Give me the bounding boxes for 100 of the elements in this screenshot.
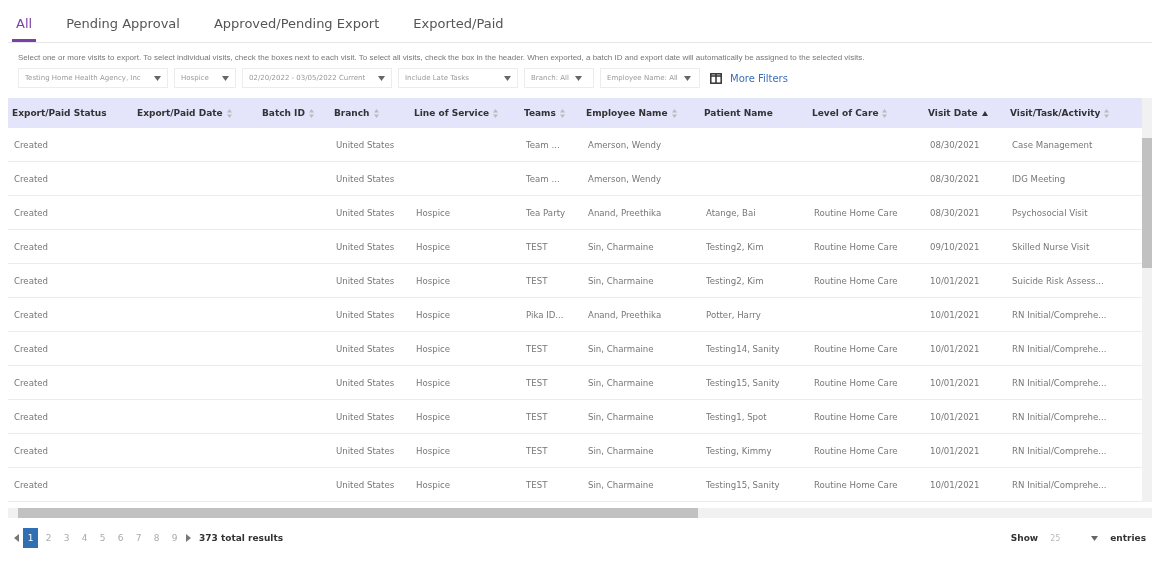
table-cell-text: Team ...: [525, 139, 561, 150]
table-cell-text: RN Initial/Comprehe...: [1011, 445, 1108, 456]
column-header[interactable]: Export/Paid Date: [137, 108, 223, 118]
table-cell-text: Testing14, Sanity: [705, 343, 781, 354]
column-header[interactable]: Export/Paid Status: [12, 108, 107, 118]
caret-icon: [504, 75, 511, 81]
table-cell-text: Testing, Kimmy: [705, 445, 773, 456]
table-cell-text: United States: [335, 173, 396, 184]
tab[interactable]: All: [12, 16, 37, 42]
table-cell-text: Created: [13, 343, 49, 354]
sort-icon[interactable]: [493, 108, 499, 118]
column-header[interactable]: Batch ID: [262, 108, 305, 118]
table-cell-text: United States: [335, 343, 396, 354]
previous-page-icon[interactable]: [14, 534, 20, 542]
table-cell-text: Created: [13, 309, 49, 320]
table-cell-text: Sin, Charmaine: [587, 411, 655, 422]
tab[interactable]: Approved/Pending Export: [209, 16, 384, 42]
total-results: 373 total results: [199, 533, 284, 543]
instructions-text: Select one or more visits to export. To select individual visits, check the boxes next to each visit. To select all visits, check the box in the header. When exported, a batch ID and export date will automatically be assigned to the selected visits.: [17, 52, 866, 64]
table-cell-text: Testing15, Sanity: [705, 479, 781, 490]
table-cell-text: Hospice: [415, 445, 452, 456]
table-cell-text: 08/30/2021: [929, 207, 981, 218]
table-cell-text: Routine Home Care: [813, 445, 899, 456]
sort-icon[interactable]: [373, 108, 379, 118]
column-header[interactable]: Teams: [524, 108, 556, 118]
table-cell-text: Testing1, Spot: [705, 411, 768, 422]
caret-icon: [683, 75, 691, 81]
caret-icon: [1091, 535, 1099, 541]
show-label: Show: [1010, 533, 1039, 543]
table-cell-text: Anand, Preethika: [587, 309, 663, 320]
table-cell-text: TEST: [525, 479, 549, 490]
table-cell-text: 09/10/2021: [929, 241, 981, 252]
sort-ascending-icon[interactable]: [981, 110, 988, 116]
table-cell-text: Tea Party: [525, 207, 567, 218]
table-cell-text: Team ...: [525, 173, 561, 184]
more-filters-link[interactable]: More Filters: [706, 72, 792, 84]
table-cell-text: Pika ID...: [525, 309, 565, 320]
caret-icon: [154, 75, 161, 81]
table-cell-text: Created: [13, 445, 49, 456]
table-cell-text: Sin, Charmaine: [587, 377, 655, 388]
page-button[interactable]: 1: [23, 528, 38, 548]
next-page-icon[interactable]: [185, 534, 191, 542]
table-cell-text: Sin, Charmaine: [587, 275, 655, 286]
sort-icon[interactable]: [559, 108, 565, 118]
table-cell-text: Routine Home Care: [813, 241, 899, 252]
table-cell-text: 08/30/2021: [929, 139, 981, 150]
table-cell-text: 10/01/2021: [929, 309, 981, 320]
column-header[interactable]: Employee Name: [586, 108, 668, 118]
table-cell-text: Amerson, Wendy: [587, 139, 662, 150]
column-header[interactable]: Level of Care: [812, 108, 879, 118]
table-cell-text: Created: [13, 241, 49, 252]
table-cell-text: TEST: [525, 241, 549, 252]
sort-icon[interactable]: [882, 108, 888, 118]
sort-icon[interactable]: [308, 108, 314, 118]
table-cell-text: 10/01/2021: [929, 377, 981, 388]
table-cell-text: 10/01/2021: [929, 275, 981, 286]
table-cell-text: Testing15, Sanity: [705, 377, 781, 388]
table-cell-text: Hospice: [415, 275, 452, 286]
column-header[interactable]: Branch: [334, 108, 370, 118]
tab[interactable]: Pending Approval: [62, 16, 184, 42]
table-cell-text: United States: [335, 139, 396, 150]
column-header[interactable]: Visit Date: [928, 108, 978, 118]
column-header[interactable]: Patient Name: [704, 108, 773, 118]
table-cell-text: RN Initial/Comprehe...: [1011, 411, 1108, 422]
table-cell-text: TEST: [525, 411, 549, 422]
table-cell-text: United States: [335, 377, 396, 388]
table-cell-text: TEST: [525, 445, 549, 456]
table-cell-text: Sin, Charmaine: [587, 343, 655, 354]
table-cell-text: Amerson, Wendy: [587, 173, 662, 184]
horizontal-scrollbar[interactable]: [8, 508, 1152, 518]
table-cell-text: RN Initial/Comprehe...: [1011, 309, 1108, 320]
table-cell-text: Hospice: [415, 479, 452, 490]
table-cell-text: Created: [13, 207, 49, 218]
entries-label: entries: [1110, 533, 1146, 543]
table-cell-text: Hospice: [415, 377, 452, 388]
vertical-scrollbar[interactable]: [1142, 98, 1152, 502]
table-cell-text: Testing2, Kim: [705, 275, 765, 286]
tab[interactable]: Exported/Paid: [409, 16, 508, 42]
column-header[interactable]: Visit/Task/Activity: [1010, 108, 1101, 118]
table-cell-text: 10/01/2021: [929, 479, 981, 490]
table-cell-text: Created: [13, 173, 49, 184]
table-cell-text: United States: [335, 207, 396, 218]
table-cell-text: Created: [13, 139, 49, 150]
table-cell-text: United States: [335, 479, 396, 490]
table-cell-text: Created: [13, 275, 49, 286]
table-cell-text: 10/01/2021: [929, 343, 981, 354]
table-cell-text: Routine Home Care: [813, 207, 899, 218]
table-cell-text: Sin, Charmaine: [587, 479, 655, 490]
table-cell-text: RN Initial/Comprehe...: [1011, 479, 1108, 490]
table-cell-text: United States: [335, 241, 396, 252]
table-cell-text: TEST: [525, 377, 549, 388]
sort-icon[interactable]: [1104, 108, 1110, 118]
table-cell-text: TEST: [525, 343, 549, 354]
table-cell-text: IDG Meeting: [1011, 173, 1067, 184]
table-cell-text: TEST: [525, 275, 549, 286]
table-cell-text: Skilled Nurse Visit: [1011, 241, 1091, 252]
column-header[interactable]: Line of Service: [414, 108, 490, 118]
table-cell-text: Routine Home Care: [813, 275, 899, 286]
sort-icon[interactable]: [671, 108, 677, 118]
sort-icon[interactable]: [226, 108, 232, 118]
